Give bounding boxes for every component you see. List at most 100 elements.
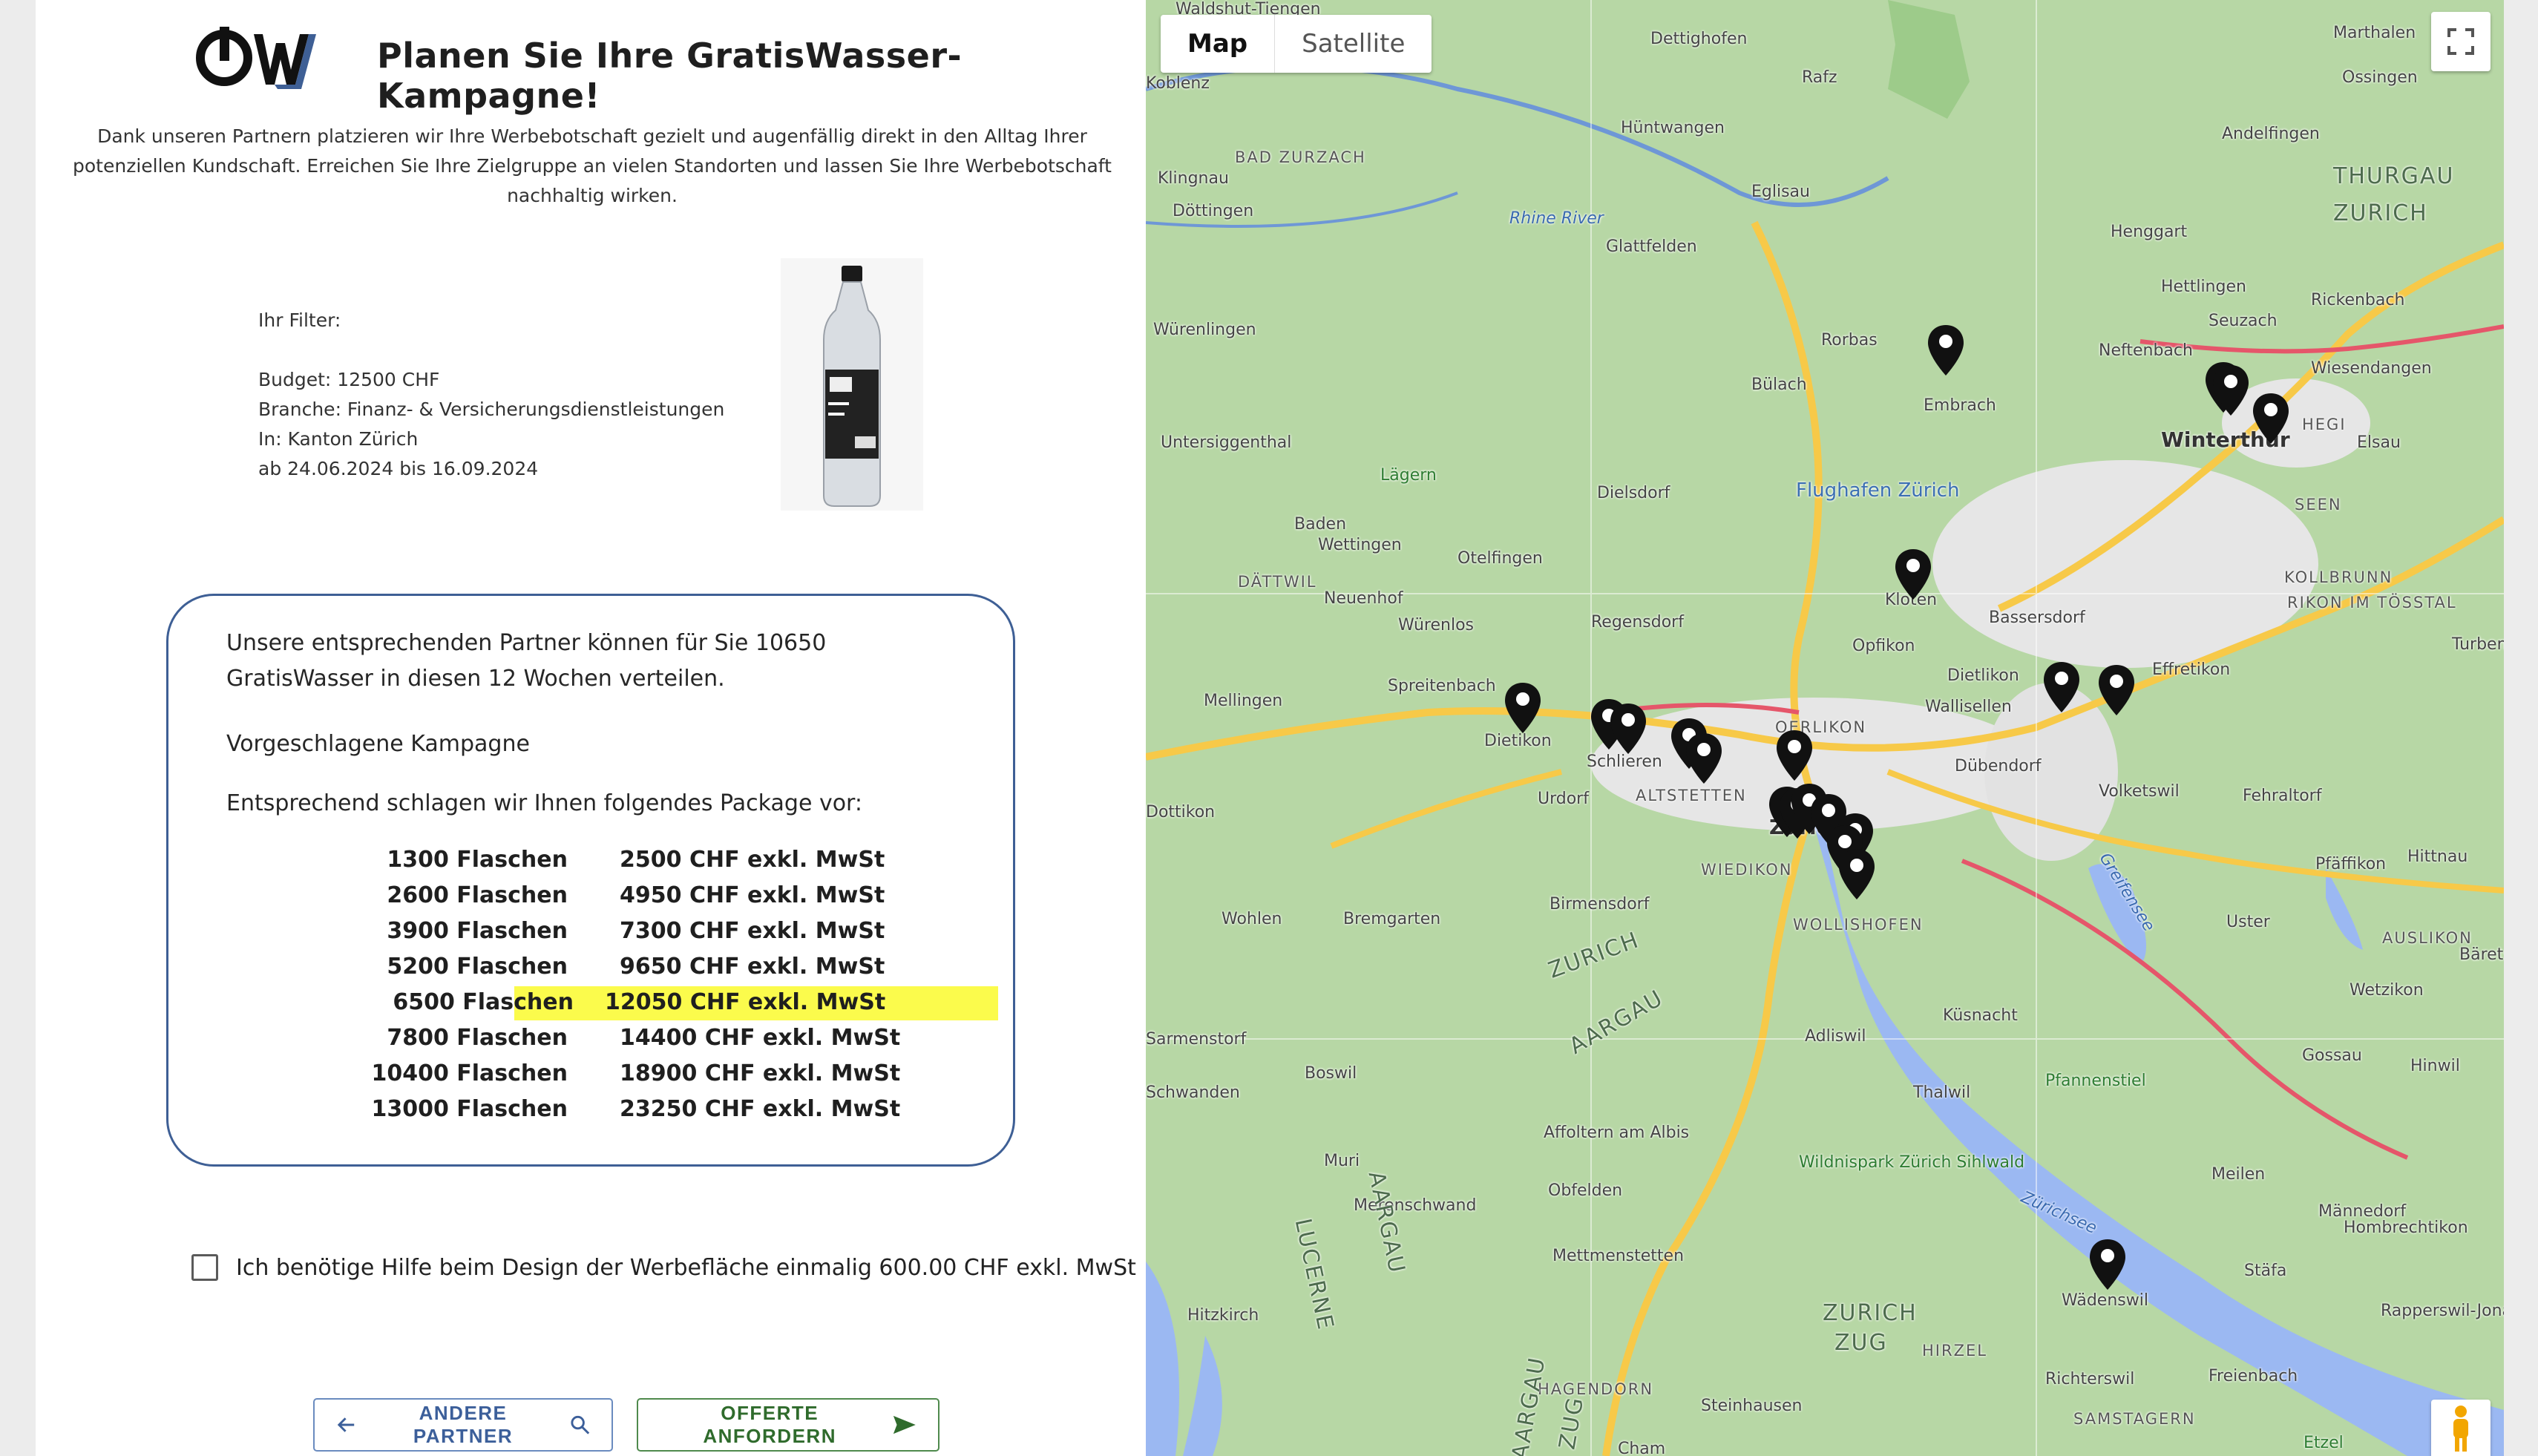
map-place-label: Glattfelden [1606,237,1697,256]
map-place-label: Volketswil [2099,782,2180,801]
map-district-label: WOLLISHOFEN [1793,916,1924,934]
map-place-label: Hitzkirch [1187,1306,1259,1325]
map-place-label: Marthalen [2333,24,2416,42]
map-marker-icon[interactable] [1504,681,1542,735]
map-marker-icon[interactable] [1894,548,1932,601]
package-row: 10400 Flaschen 18900 CHF exkl. MwSt [301,1056,954,1092]
filter-label: Ihr Filter: [258,309,341,331]
map-place-label: Richterswil [2045,1370,2135,1388]
map-landmark-label: Lägern [1380,466,1437,485]
map-place-label: Thalwil [1913,1083,1971,1102]
map-place-label: Opfikon [1852,637,1915,655]
map-place-label: Mellingen [1204,692,1283,710]
map-place-label: Spreitenbach [1388,677,1496,695]
map-place-label: Adliswil [1805,1027,1866,1046]
package-price: 2500 CHF exkl. MwSt [620,847,885,873]
request-offer-button[interactable]: OFFERTE ANFORDERN [637,1398,940,1452]
map-place-label: Bäretsw [2459,945,2504,964]
map-place-label: Dielsdorf [1597,484,1670,502]
package-row: 1300 Flaschen 2500 CHF exkl. MwSt [301,842,954,878]
map-marker-icon[interactable] [2097,663,2136,717]
map-district-label: SAMSTAGERN [2073,1410,2196,1428]
map-marker-icon[interactable] [2252,392,2290,445]
map-marker-icon[interactable] [2088,1238,2127,1291]
package-bottles: 2600 Flaschen [387,882,568,908]
map-district-label: HIRZEL [1922,1342,1987,1360]
map-place-label: Dietlikon [1947,666,2019,685]
package-bottles: 1300 Flaschen [387,847,568,873]
other-partners-button[interactable]: ANDERE PARTNER [313,1398,613,1452]
map-marker-icon[interactable] [1609,702,1647,755]
package-price: 18900 CHF exkl. MwSt [620,1060,901,1086]
fullscreen-button[interactable] [2431,12,2491,71]
map-place-label: Eglisau [1751,183,1810,201]
map-marker-icon[interactable] [2042,660,2081,714]
map-type-map-button[interactable]: Map [1161,15,1274,73]
map-place-label: Hinwil [2410,1057,2460,1075]
package-table: 1300 Flaschen 2500 CHF exkl. MwSt 2600 Fl… [301,842,998,1127]
design-help-checkbox[interactable] [191,1254,218,1281]
other-partners-label: ANDERE PARTNER [413,1402,514,1447]
map-district-label: RIKON IM TÖSSTAL [2287,594,2457,611]
map-place-label: Untersiggenthal [1161,433,1292,452]
map-place-label: Wallisellen [1925,698,2012,716]
map-place-label: Bremgarten [1343,910,1441,928]
partner-map[interactable]: Waldshut-Tiengen Dettighofen Marthalen R… [1146,0,2504,1456]
map-place-label: Regensdorf [1591,613,1684,632]
map-place-label: Gossau [2302,1046,2362,1065]
map-place-label: Baden [1294,515,1347,534]
map-place-label: Urdorf [1538,790,1589,808]
map-region-label: THURGAU [2333,163,2455,189]
package-price: 23250 CHF exkl. MwSt [620,1096,901,1122]
map-place-label: Wohlen [1222,910,1282,928]
package-price: 4950 CHF exkl. MwSt [620,882,885,908]
map-place-label: Fehraltorf [2243,787,2322,805]
package-bottles: 13000 Flaschen [371,1096,568,1122]
map-district-label: ALTSTETTEN [1636,787,1747,804]
map-place-label: Otelfingen [1457,549,1543,568]
proposal-card: Unsere entsprechenden Partner können für… [166,594,1015,1167]
send-icon [893,1415,916,1434]
map-place-label: Rafz [1802,68,1837,87]
map-district-label: WIEDIKON [1701,861,1793,879]
map-marker-icon[interactable] [1775,729,1814,782]
map-district-label: AUSLIKON [2382,929,2473,947]
map-district-label: SEEN [2295,496,2342,514]
map-place-label: Dettighofen [1650,30,1748,48]
map-place-label: Uster [2226,913,2270,931]
map-place-label: Schwanden [1146,1083,1240,1102]
map-marker-icon[interactable] [1837,847,1876,901]
street-view-button[interactable] [2431,1400,2491,1456]
map-place-label: Cham [1618,1440,1666,1456]
map-place-label: Obfelden [1548,1181,1623,1200]
map-place-label: Klingnau [1158,169,1229,188]
package-bottles: 5200 Flaschen [387,954,568,980]
map-landmark-label: Wildnispark Zürich Sihlwald [1799,1153,2025,1172]
filter-summary: Ihr Filter: Budget: 12500 CHF Branche: F… [258,306,724,484]
package-intro: Entsprechend schlagen wir Ihnen folgende… [226,790,862,816]
design-help-option[interactable]: Ich benötige Hilfe beim Design der Werbe… [191,1254,1136,1281]
proposal-summary: Unsere entsprechenden Partner können für… [226,630,827,692]
map-place-label: Dottikon [1146,803,1216,822]
map-type-satellite-button[interactable]: Satellite [1274,15,1432,73]
map-marker-icon[interactable] [2211,364,2250,417]
water-bottle-image [781,258,923,511]
fullscreen-icon [2447,28,2474,55]
campaign-panel: Planen Sie Ihre GratisWasser-Kampagne! D… [36,0,1146,1456]
map-district-label: KOLLBRUNN [2284,568,2393,586]
map-marker-icon[interactable] [1927,324,1965,377]
map-marker-icon[interactable] [1685,732,1723,785]
filter-budget: Budget: 12500 CHF [258,369,440,390]
proposal-heading: Vorgeschlagene Kampagne [226,731,530,757]
filter-region: In: Kanton Zürich [258,428,419,450]
request-offer-label: OFFERTE ANFORDERN [703,1402,836,1447]
map-place-label: Elsau [2357,433,2401,452]
map-place-label: Birmensdorf [1550,895,1650,914]
map-place-label: Meilen [2211,1165,2266,1184]
package-bottles: 7800 Flaschen [387,1025,568,1051]
map-place-label: Würenlingen [1153,321,1256,339]
map-place-label: Sarmenstorf [1146,1030,1247,1049]
map-place-label: Affoltern am Albis [1544,1124,1690,1142]
intro-text: Dank unseren Partnern platzieren wir Ihr… [73,125,1112,206]
map-district-label: DÄTTWIL [1238,573,1317,591]
